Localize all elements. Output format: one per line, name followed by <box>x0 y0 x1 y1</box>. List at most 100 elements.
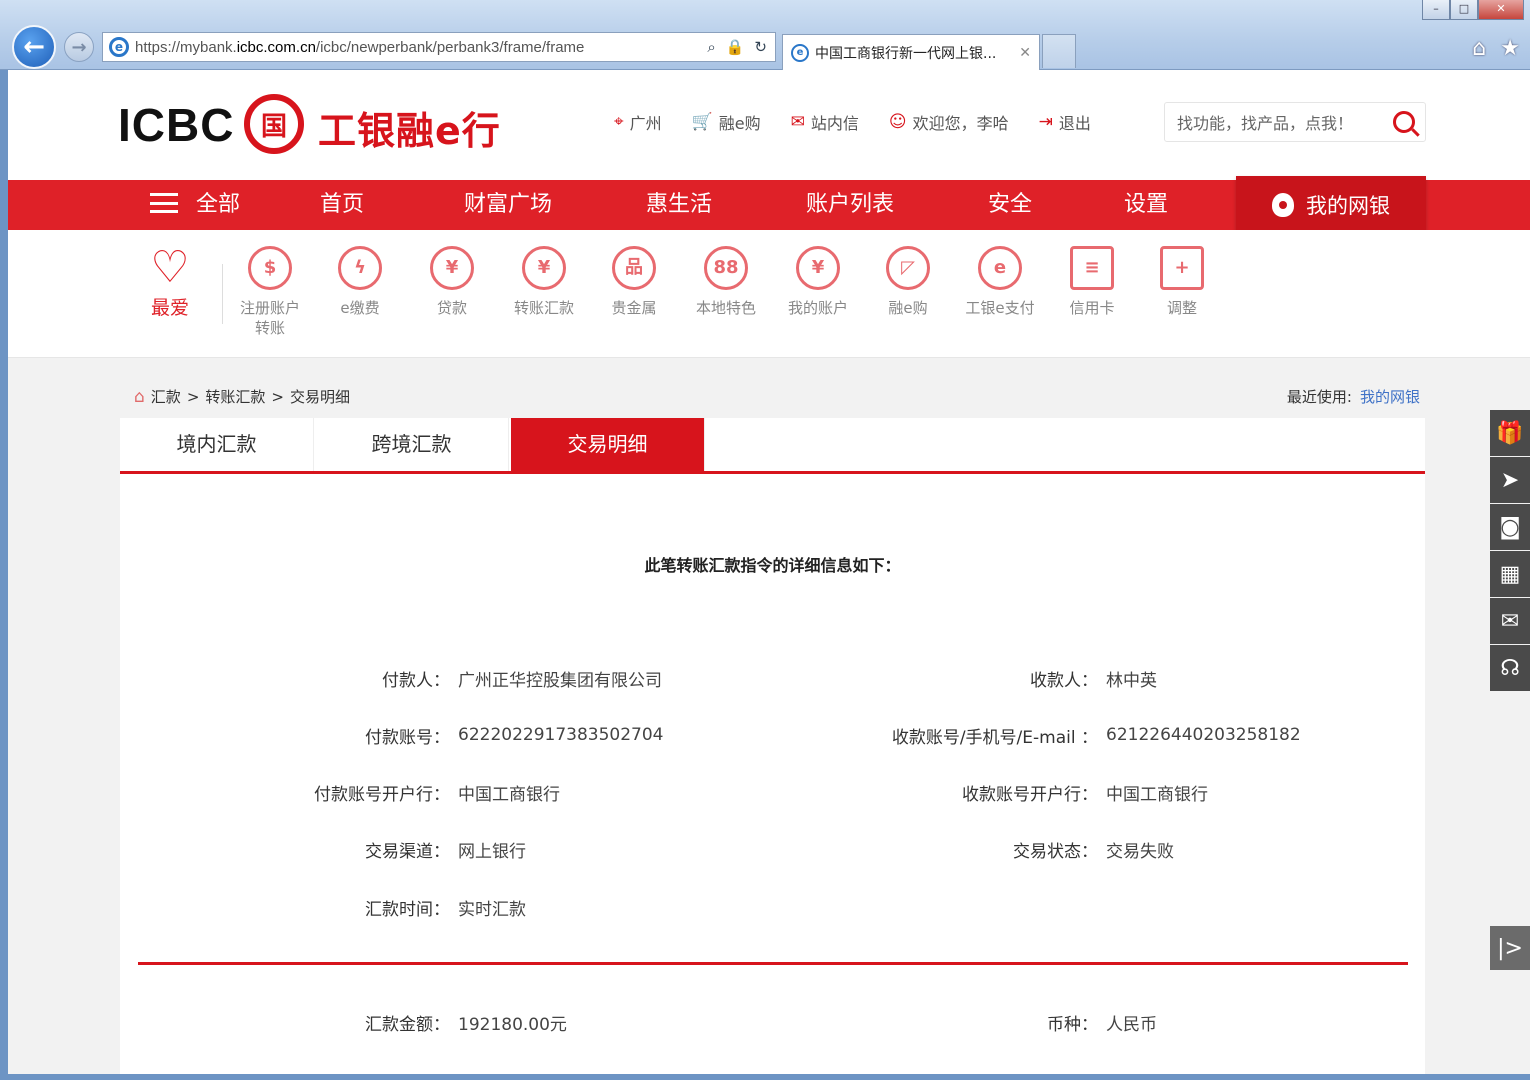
time-value: 实时汇款 <box>458 899 526 920</box>
shop-link[interactable]: 🛒 融e购 <box>692 110 761 134</box>
close-window-button[interactable]: ✕ <box>1478 0 1524 20</box>
address-bar[interactable]: e https://mybank.icbc.com.cn/icbc/newper… <box>102 32 776 62</box>
tab-domestic[interactable]: 境内汇款 <box>120 418 314 471</box>
lock-icon[interactable]: 🔒 <box>726 38 745 56</box>
quick-item[interactable]: $ 注册账户 转账 <box>230 246 310 338</box>
search-icon[interactable]: ⌕ <box>707 38 715 56</box>
back-button[interactable]: ← <box>12 25 56 69</box>
shopping-bag-icon: ◸ <box>886 246 930 290</box>
status-value: 交易失败 <box>1106 841 1174 862</box>
quick-favorite[interactable]: ♡ 最爱 <box>130 242 210 319</box>
quick-item[interactable]: ¥ 贷款 <box>412 246 492 318</box>
quick-item[interactable]: 品贵金属 <box>594 246 674 318</box>
page: ICBC 国 工银融e行 ⌖ 广州 🛒 融e购 ✉ 站内信 ☺ 欢迎您，李哈 ⇥ 退出 找… <box>8 70 1530 1074</box>
quick-item[interactable]: 88 本地特色 <box>686 246 766 318</box>
tab-title: 中国工商银行新一代网上银... <box>815 45 997 62</box>
detail-title: 此笔转账汇款指令的详细信息如下： <box>644 556 901 575</box>
gift-icon[interactable]: 🎁 <box>1490 410 1530 456</box>
currency-value: 人民币 <box>1106 1014 1157 1035</box>
quick-item-label: 我的账户 <box>787 299 848 317</box>
home-icon[interactable]: ⌂ <box>1472 36 1486 61</box>
logout-link[interactable]: ⇥ 退出 <box>1039 110 1091 134</box>
search-icon[interactable] <box>1393 111 1415 133</box>
nav-life[interactable]: 惠生活 <box>646 180 712 230</box>
quick-item[interactable]: ≡ 信用卡 <box>1052 246 1132 318</box>
minimize-button[interactable]: – <box>1422 0 1450 20</box>
support-icon[interactable]: ☊ <box>1490 645 1530 691</box>
tab-close-icon[interactable]: ✕ <box>1019 45 1031 61</box>
mail-icon[interactable]: ✉ <box>1490 598 1530 644</box>
new-tab-button[interactable] <box>1042 34 1076 68</box>
nav-settings[interactable]: 设置 <box>1124 180 1168 230</box>
window-controls: – □ ✕ <box>1422 0 1524 20</box>
breadcrumb-transfer[interactable]: 转账汇款 <box>205 386 265 407</box>
status-label: 交易状态： <box>1013 841 1098 862</box>
nav-security[interactable]: 安全 <box>988 180 1032 230</box>
site-search-input[interactable]: 找功能，找产品，点我！ <box>1164 102 1426 142</box>
breadcrumb-current: 交易明细 <box>289 388 350 406</box>
status-row: 交易状态： 交易失败 <box>120 837 1174 862</box>
nav-mybank[interactable]: 我的网银 <box>1236 176 1426 234</box>
site-header: ICBC 国 工银融e行 ⌖ 广州 🛒 融e购 ✉ 站内信 ☺ 欢迎您，李哈 ⇥ 退出 找… <box>8 70 1530 180</box>
remittance-tabs: 境内汇款 跨境汇款 交易明细 <box>120 418 1425 474</box>
recent-used: 最近使用: 我的网银 <box>1287 386 1420 407</box>
epay-icon: e <box>978 246 1022 290</box>
tab-details[interactable]: 交易明细 <box>511 418 705 471</box>
refresh-icon[interactable]: ↻ <box>754 38 767 56</box>
maximize-button[interactable]: □ <box>1450 0 1478 20</box>
quick-item[interactable]: ◸ 融e购 <box>868 246 948 318</box>
recent-label: 最近使用: <box>1286 388 1352 406</box>
icbc-logo-text[interactable]: ICBC <box>118 98 234 152</box>
browser-chrome: – □ ✕ ← → e https://mybank.icbc.com.cn/i… <box>0 0 1530 70</box>
brand-name: 工银融e行 <box>318 109 501 153</box>
camera-icon[interactable]: ◙ <box>1490 504 1530 550</box>
quick-item-label: 贷款 <box>436 299 467 317</box>
payee-account-label: 收款账号/手机号/E-mail ： <box>891 727 1098 748</box>
browser-tab[interactable]: e 中国工商银行新一代网上银... ✕ <box>782 34 1040 70</box>
sidebar-toggle-button[interactable]: |> <box>1490 926 1530 970</box>
quick-item[interactable]: e 工银e支付 <box>960 246 1040 318</box>
nav-all[interactable]: 全部 <box>150 180 240 230</box>
quick-item[interactable]: ¥ 我的账户 <box>778 246 858 318</box>
quick-item[interactable]: + 调整 <box>1142 246 1222 318</box>
favorites-star-icon[interactable]: ★ <box>1500 36 1520 61</box>
credit-card-icon: ≡ <box>1070 246 1114 290</box>
home-icon[interactable]: ⌂ <box>134 387 145 407</box>
user-icon: ☺ <box>888 112 907 132</box>
quick-item[interactable]: ¥ 转账汇款 <box>504 246 584 318</box>
quick-item-label-line2: 转账 <box>254 319 285 337</box>
calendar-icon[interactable]: ▦ <box>1490 551 1530 597</box>
logout-icon: ⇥ <box>1038 112 1053 132</box>
quick-item-label: 转账汇款 <box>513 299 574 317</box>
breadcrumb-remittance[interactable]: 汇款 <box>151 386 181 407</box>
nav-accounts[interactable]: 账户列表 <box>806 180 894 230</box>
currency-label: 币种： <box>1047 1014 1098 1035</box>
cart-icon: 🛒 <box>691 112 713 132</box>
send-icon[interactable]: ➤ <box>1490 457 1530 503</box>
envelope-icon: ✉ <box>790 112 805 132</box>
ie-icon: e <box>109 37 129 57</box>
location-link[interactable]: ⌖ 广州 <box>614 110 662 134</box>
messages-link[interactable]: ✉ 站内信 <box>791 110 859 134</box>
gold-bars-icon: 品 <box>612 246 656 290</box>
heart-icon: ♡ <box>150 242 190 293</box>
quick-item[interactable]: ϟ e缴费 <box>320 246 400 318</box>
nav-wealth[interactable]: 财富广场 <box>464 180 552 230</box>
welcome-user[interactable]: ☺ 欢迎您，李哈 <box>889 110 1009 134</box>
recent-link-mybank[interactable]: 我的网银 <box>1360 388 1420 406</box>
payee-label: 收款人： <box>1030 670 1098 691</box>
quick-item-label: 调整 <box>1166 299 1197 317</box>
local-icon: 88 <box>704 246 748 290</box>
breadcrumb-separator: > <box>271 387 284 406</box>
payee-account-row: 收款账号/手机号/E-mail ： 6212264402032581​82 <box>120 723 1301 748</box>
tab-crossborder[interactable]: 跨境汇款 <box>315 418 509 471</box>
quick-item-label: 信用卡 <box>1069 299 1115 317</box>
forward-button[interactable]: → <box>64 32 94 62</box>
url-text[interactable]: https://mybank.icbc.com.cn/icbc/newperba… <box>135 39 699 56</box>
quick-item-label: 本地特色 <box>695 299 756 317</box>
nav-home[interactable]: 首页 <box>320 180 364 230</box>
quick-menu: ♡ 最爱 $ 注册账户 转账 ϟ e缴费 ¥ 贷款 ¥ 转账汇款 品贵金属 88 本地特色 ¥ 我的账户 ◸… <box>8 230 1530 358</box>
payee-account-value: 6212264402032581​82 <box>1106 725 1301 745</box>
payee-bank-row: 收款账号开户行： 中国工商银行 <box>120 780 1208 805</box>
time-row: 汇款时间： 实时汇款 <box>120 895 526 920</box>
